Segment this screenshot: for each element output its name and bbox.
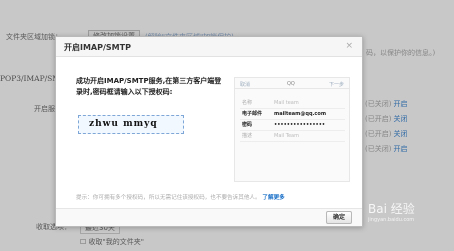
illustration-row: 密码 •••••••••••••••• xyxy=(240,120,345,131)
illustration-row: 名称 Mail team xyxy=(240,98,345,109)
dialog-title: 开启IMAP/SMTP xyxy=(64,43,131,52)
imap-smtp-dialog: 开启IMAP/SMTP × 成功开启IMAP/SMTP服务,在第三方客户端登录时… xyxy=(55,36,363,227)
learn-more-link[interactable]: 了解更多 xyxy=(262,195,284,201)
close-icon[interactable]: × xyxy=(345,41,353,51)
illustration-row: 描述 Mail Team xyxy=(240,131,345,142)
confirm-button[interactable]: 确定 xyxy=(326,211,352,224)
dialog-footer: 确定 xyxy=(56,208,362,226)
watermark-logo: Bai 经验 jingyan.baidu.com xyxy=(368,202,415,223)
client-setup-illustration: 取消 QQ 下一步 名称 Mail team 电子邮件 mailteam@qq.co… xyxy=(234,77,350,182)
illustration-row: 电子邮件 mailteam@qq.com xyxy=(240,109,345,120)
hint-text: 提示：你可拥有多个授权码，所以无需记住该授权码，也不要告诉其他人。 了解更多 xyxy=(76,195,285,201)
dialog-header: 开启IMAP/SMTP × xyxy=(56,37,362,57)
illustration-nav-bar: 取消 QQ 下一步 xyxy=(235,78,349,89)
authorization-code: zhwu mmyq xyxy=(78,115,184,134)
success-message: 成功开启IMAP/SMTP服务,在第三方客户端登录时,密码框请输入以下授权码: xyxy=(76,77,222,96)
